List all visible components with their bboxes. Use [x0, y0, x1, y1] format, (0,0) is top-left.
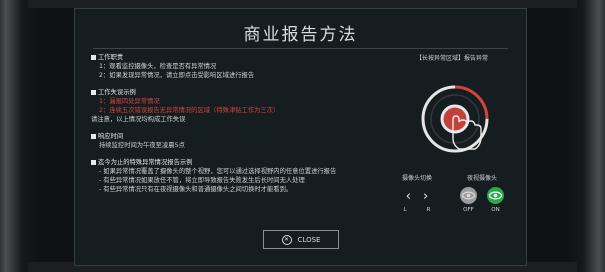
- camera-switch-help: 摄像头切换 ‹ › L R: [393, 173, 441, 213]
- section-heading: 工作职责: [91, 53, 401, 62]
- section-heading: 迄今为止的特殊异常情况报告示例: [91, 158, 401, 167]
- report-method-panel: 商业报告方法 工作职责 1：观看监控摄像头，检查是否有异常情况 2：如果发现异常…: [74, 8, 527, 266]
- left-key-label: L: [403, 207, 407, 213]
- on-label: ON: [491, 207, 500, 213]
- night-camera-label: 夜视摄像头: [466, 175, 497, 182]
- section-heading: 工作失误示例: [91, 88, 401, 97]
- report-caption: 【长按异常区域】报告异常: [415, 55, 488, 62]
- camera-switch-label: 摄像头切换: [401, 175, 432, 182]
- square-bullet-icon: [91, 55, 96, 60]
- title-divider: [93, 48, 508, 49]
- instruction-line: - 如果异常情况覆盖了摄像头的整个视野，您可以通过选择视野内的任意位置进行报告: [99, 168, 337, 175]
- right-key-label: R: [426, 207, 431, 213]
- off-label: OFF: [463, 207, 474, 213]
- bezel-top-edge: [28, 0, 577, 8]
- night-camera-help: 夜视摄像头 OFF ON: [447, 173, 517, 213]
- section-response-time: 响应时间 持续监控时间为午夜至凌晨5点: [91, 132, 401, 150]
- instructions: 工作职责 1：观看监控摄像头，检查是否有异常情况 2：如果发现异常情况，请立即点…: [91, 53, 401, 202]
- instruction-line: - 有些异常情况如果放任不管，将立即导致报告失败发生后长时间无人处理: [99, 177, 305, 184]
- instruction-line: 1：观看监控摄像头，检查是否有异常情况: [99, 63, 217, 70]
- controls-help: 【长按异常区域】报告异常 摄像头切换 ‹ › L R 夜视摄像头 OFF ON: [387, 53, 517, 233]
- section-heading-text: 工作失误示例: [98, 89, 136, 96]
- square-bullet-icon: [91, 134, 96, 139]
- instruction-line: 持续监控时间为午夜至凌晨5点: [99, 142, 185, 149]
- instruction-line: - 有些异常情况只有在夜视摄像头和普通摄像头之间切换时才能看到。: [99, 186, 293, 193]
- chevron-left-icon: ‹: [405, 189, 411, 204]
- chevron-right-icon: ›: [423, 189, 429, 204]
- section-special-examples: 迄今为止的特殊异常情况报告示例 - 如果异常情况覆盖了摄像头的整个视野，您可以通…: [91, 158, 401, 194]
- press-hold-icon: [421, 85, 489, 153]
- section-job-duties: 工作职责 1：观看监控摄像头，检查是否有异常情况 2：如果发现异常情况，请立即点…: [91, 53, 401, 80]
- section-heading-text: 工作职责: [98, 54, 124, 61]
- instruction-line: 2：如果发现异常情况，请立即点击受影响区域进行报告: [99, 72, 255, 79]
- square-bullet-icon: [91, 160, 96, 165]
- mistake-line: 2：连续五次错误报告无异常情况的区域（特殊津贴工作为三次）: [99, 107, 280, 114]
- camera-controls: 摄像头切换 ‹ › L R 夜视摄像头 OFF ON: [387, 173, 517, 229]
- section-heading: 响应时间: [91, 132, 401, 141]
- night-camera-off-icon: [460, 187, 477, 204]
- section-heading-text: 迄今为止的特殊异常情况报告示例: [98, 159, 193, 166]
- eye-icon: [487, 187, 504, 204]
- mistake-note: 请注意，以上情况均构成工作失误: [91, 116, 186, 123]
- section-heading-text: 响应时间: [98, 133, 124, 140]
- mistake-line: 1：漏报四处异常情况: [99, 98, 160, 105]
- close-button[interactable]: ✕ CLOSE: [263, 230, 339, 249]
- square-bullet-icon: [91, 90, 96, 95]
- panel-title: 商业报告方法: [243, 25, 358, 45]
- close-icon: ✕: [281, 234, 292, 245]
- section-mistake-examples: 工作失误示例 1：漏报四处异常情况 2：连续五次错误报告无异常情况的区域（特殊津…: [91, 88, 401, 124]
- close-label: CLOSE: [297, 235, 321, 244]
